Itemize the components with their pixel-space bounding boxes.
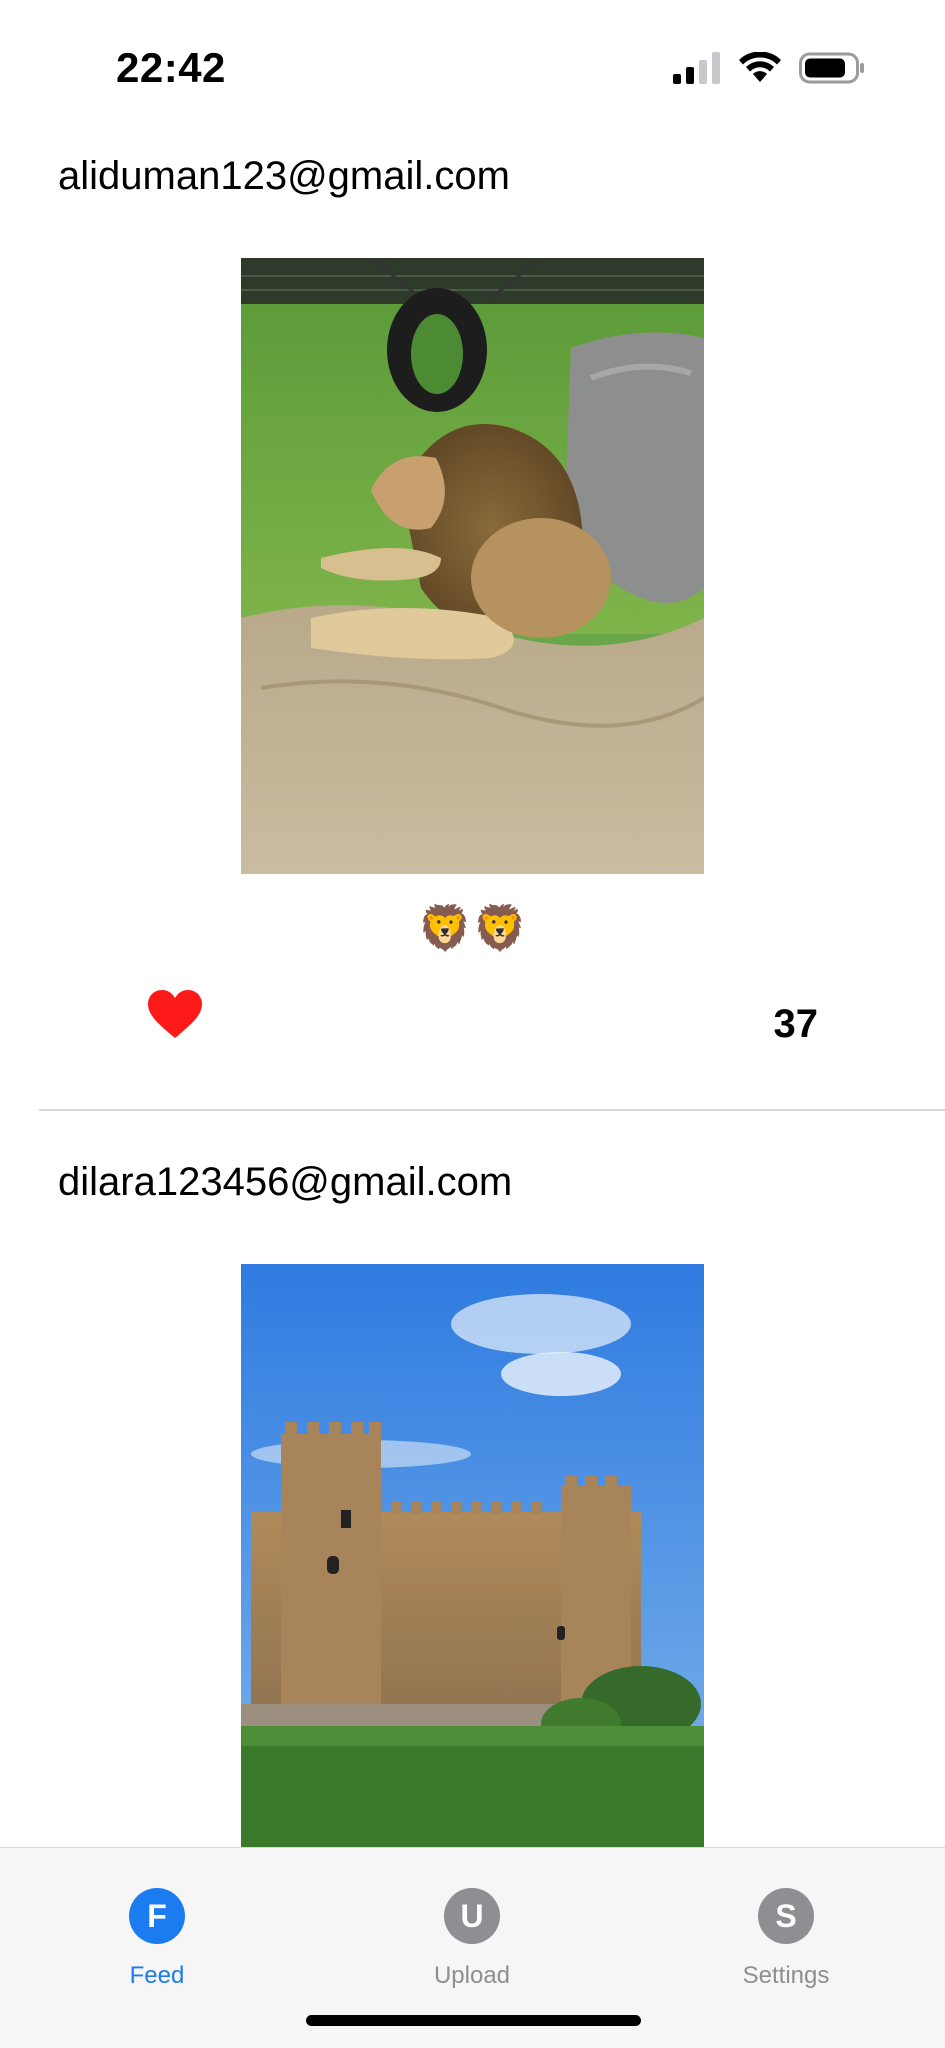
status-icons	[673, 52, 865, 84]
post-username: aliduman123@gmail.com	[58, 154, 510, 198]
castle-photo-icon	[241, 1264, 704, 1864]
lion-photo-icon	[241, 258, 704, 874]
cellular-signal-icon	[673, 52, 720, 84]
feed-list[interactable]: aliduman123@gmail.com 🦁🦁 37 dilara123456…	[0, 140, 945, 2048]
tab-label: Upload	[433, 1962, 511, 1989]
upload-tab-icon: U	[444, 1888, 500, 1944]
tab-feed[interactable]: F Feed	[57, 1888, 257, 1990]
status-time: 22:42	[116, 44, 226, 91]
settings-tab-icon: S	[758, 1888, 814, 1944]
tab-label: Settings	[742, 1962, 830, 1989]
feed-screen: 22:42 aliduman123@gmail.com 🦁🦁 37 dilara…	[0, 0, 945, 2048]
post-image-castle[interactable]	[241, 1264, 704, 1864]
tab-upload[interactable]: U Upload	[372, 1888, 572, 1990]
post-divider	[39, 1109, 945, 1111]
battery-icon	[799, 52, 864, 84]
like-count: 37	[773, 1002, 819, 1046]
tab-settings[interactable]: S Settings	[686, 1888, 886, 1990]
status-bar: 22:42	[0, 0, 945, 140]
tab-label: Feed	[129, 1962, 185, 1989]
post-username: dilara123456@gmail.com	[58, 1160, 513, 1204]
heart-icon[interactable]	[148, 990, 202, 1040]
post-image-lion[interactable]	[241, 258, 704, 874]
wifi-icon	[739, 52, 781, 82]
home-indicator[interactable]	[306, 2015, 641, 2026]
tab-bar: F Feed U Upload S Settings	[0, 1847, 945, 2048]
feed-tab-icon: F	[129, 1888, 185, 1944]
post-caption: 🦁🦁	[417, 904, 528, 953]
